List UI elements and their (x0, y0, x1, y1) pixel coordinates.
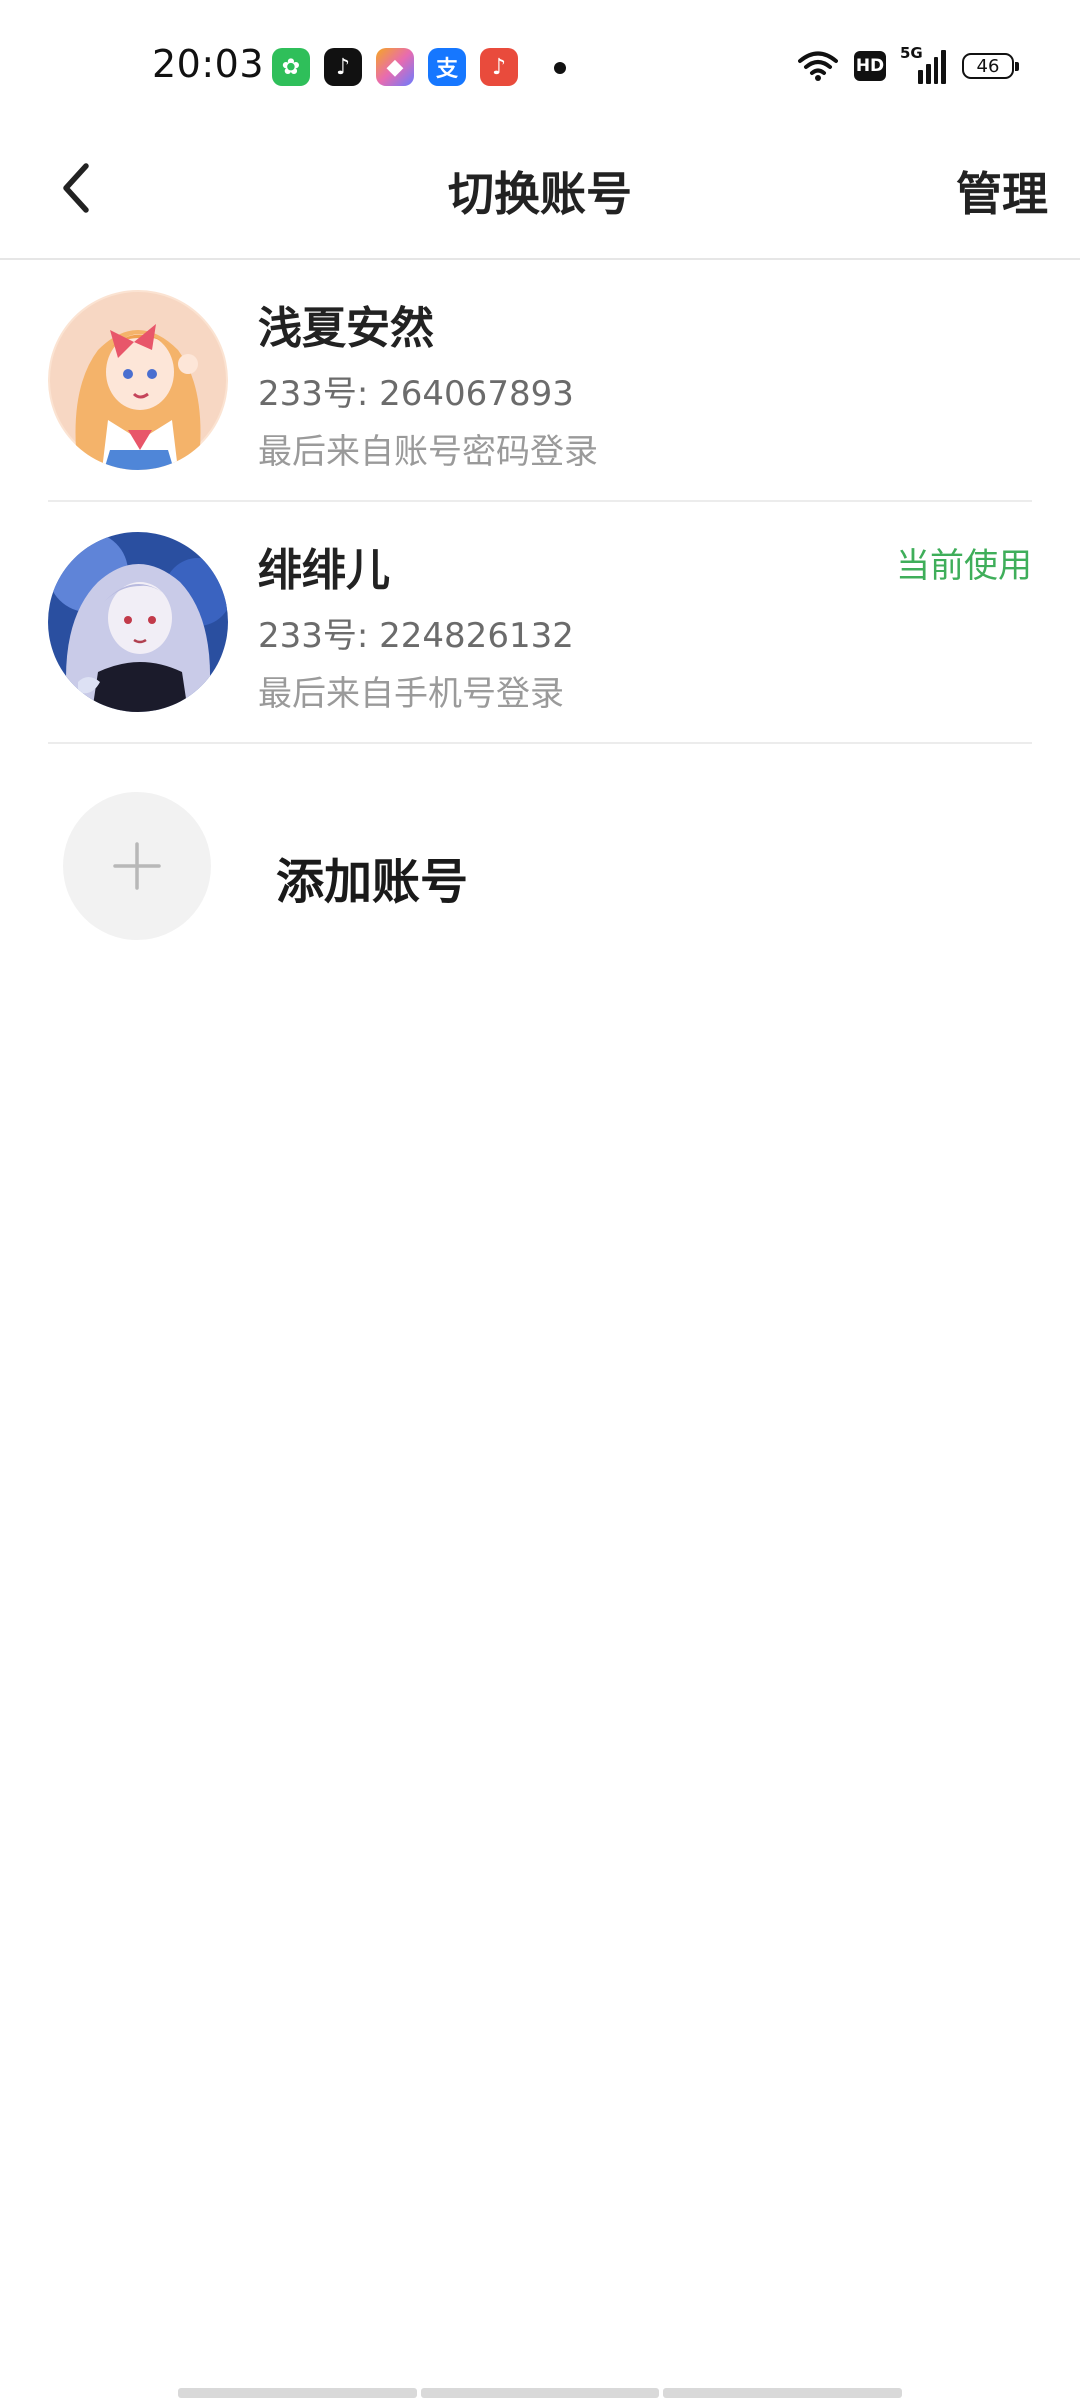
switch-account-screen: 20:03 ✿ ♪ ◆ 支 ♪ HD 5G 46 切换账号 管理 浅夏安然 23… (0, 0, 1080, 2400)
tiktok-icon: ♪ (324, 48, 362, 86)
more-notifications-dot (554, 62, 566, 74)
status-time: 20:03 (152, 42, 265, 86)
account-name: 浅夏安然 (258, 303, 434, 354)
gesture-bar-segment (178, 2388, 417, 2398)
alipay-icon: 支 (428, 48, 466, 86)
wifi-icon (798, 51, 838, 81)
page-title: 切换账号 (448, 167, 632, 221)
gesture-bar-segment (663, 2388, 903, 2398)
avatar (48, 290, 228, 470)
hd-voice-icon: HD (854, 51, 886, 81)
account-item-current[interactable]: 绯绯儿 233号: 224826132 最后来自手机号登录 当前使用 (48, 504, 1032, 744)
account-name: 绯绯儿 (258, 545, 390, 596)
green-app-icon: ✿ (272, 48, 310, 86)
current-in-use-badge: 当前使用 (896, 546, 1032, 586)
gesture-navigation-bar[interactable] (178, 2388, 903, 2398)
cellular-signal-icon: 5G (900, 44, 946, 84)
account-id: 233号: 224826132 (258, 616, 574, 656)
manage-button[interactable]: 管理 (956, 158, 1048, 224)
status-indicators: HD 5G 46 (798, 44, 1019, 84)
music-app-icon: ♪ (480, 48, 518, 86)
account-id: 233号: 264067893 (258, 374, 574, 414)
account-item[interactable]: 浅夏安然 233号: 264067893 最后来自账号密码登录 (48, 262, 1032, 502)
notification-app-icons: ✿ ♪ ◆ 支 ♪ (272, 48, 518, 86)
battery-icon: 46 (962, 53, 1019, 79)
avatar (48, 532, 228, 712)
gesture-bar-segment (420, 2388, 660, 2398)
add-account-button[interactable]: 添加账号 (48, 776, 1032, 956)
last-login-method: 最后来自账号密码登录 (258, 432, 598, 472)
add-account-circle (63, 792, 211, 940)
network-type-label: 5G (900, 44, 923, 62)
status-bar: 20:03 ✿ ♪ ◆ 支 ♪ HD 5G 46 (0, 0, 1080, 128)
navigation-header: 切换账号 管理 (0, 128, 1080, 260)
add-account-label: 添加账号 (276, 854, 469, 910)
last-login-method: 最后来自手机号登录 (258, 674, 564, 714)
colorful-app-icon: ◆ (376, 48, 414, 86)
plus-icon (113, 842, 161, 890)
